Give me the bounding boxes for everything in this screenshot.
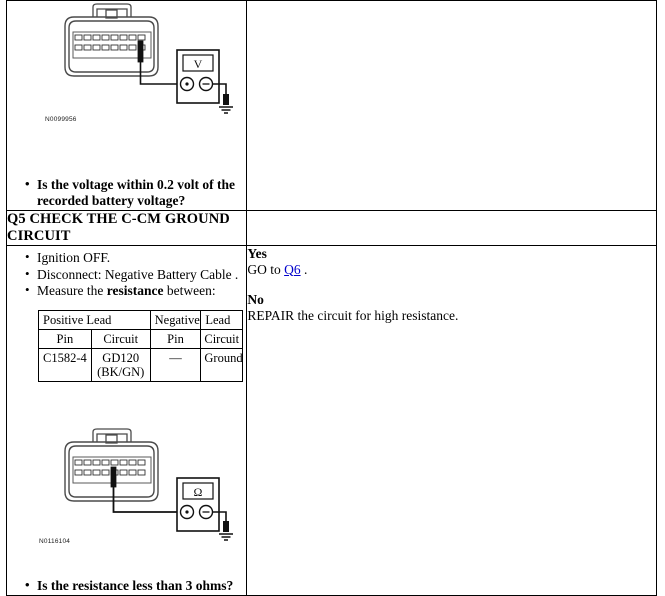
diagnostic-page: V N0099956 • Is the voltage within 0.2 v… [0,0,665,596]
table-row: Q5 CHECK THE C-CM GROUND CIRCUIT [5,210,657,246]
result-no-label: No [247,292,264,307]
figure-id-label: N0099956 [45,116,77,123]
previous-step-result-cell [246,0,657,211]
table-row: Ignition OFF. Disconnect: Negative Batte… [5,245,657,596]
circuit-color: (BK/GN) [97,364,145,379]
cell-positive-pin: C1582-4 [38,347,92,382]
col-header-positive-pin: Pin [38,328,92,349]
cell-positive-circuit: GD120 (BK/GN) [90,347,151,382]
results-spacer [247,277,656,292]
negative-lead-header-a: Negative [149,309,202,330]
ohmmeter-test-figure: Ω N0116104 [7,426,246,576]
step-header-right-cell [246,210,657,246]
result-yes-action: GO to Q6 . [247,262,656,278]
negative-lead-header-b: Lead [200,309,243,330]
diagnostic-procedure-table: V N0099956 • Is the voltage within 0.2 v… [5,0,657,596]
page-title: Q5 CHECK THE C-CM GROUND CIRCUIT [7,211,230,244]
voltmeter-schematic: V [64,3,233,114]
voltmeter-test-figure: V N0099956 [7,1,246,173]
step-header-cell: Q5 CHECK THE C-CM GROUND CIRCUIT [5,210,248,246]
table-row: V N0099956 • Is the voltage within 0.2 v… [5,0,657,211]
col-header-negative-circuit: Circuit [200,328,243,349]
list-item: Is the resistance less than 3 ohms? [25,577,246,594]
circuit-code: GD120 [102,350,140,365]
measurement-table: Positive Lead Negative Lead Pin Circuit … [38,309,243,382]
link-q6[interactable]: Q6 [284,262,301,277]
table-header-row: Pin Circuit Pin Circuit [38,328,243,349]
step-actions-cell: Ignition OFF. Disconnect: Negative Batte… [5,245,248,596]
step-question-list: Is the resistance less than 3 ohms? [7,577,246,594]
list-item: Ignition OFF. [25,249,246,266]
ohmmeter-display-label: Ω [194,485,203,499]
cell-negative-circuit: Ground [200,347,243,382]
list-item: Measure the resistance between: [25,282,246,299]
col-header-positive-circuit: Circuit [90,328,151,349]
step-results-cell: Yes GO to Q6 . No REPAIR the circuit for… [246,245,657,596]
action-list: Ignition OFF. Disconnect: Negative Batte… [7,249,246,299]
goto-text: GO to [247,261,285,277]
list-item: Disconnect: Negative Battery Cable . [25,266,246,283]
voltmeter-display-label: V [194,57,203,71]
emphasis-resistance: resistance [106,283,164,298]
result-no-action: REPAIR the circuit for high resistance. [247,307,459,323]
figure-id-label: N0116104 [39,537,71,545]
ohmmeter-schematic: Ω [64,427,233,541]
previous-step-question-list: Is the voltage within 0.2 volt of the re… [7,176,246,209]
table-header-row: Positive Lead Negative Lead [38,309,243,330]
list-item: Is the voltage within 0.2 volt of the re… [25,176,246,209]
col-header-negative-pin: Pin [149,328,202,349]
positive-lead-header: Positive Lead [38,309,151,330]
previous-step-figure-cell: V N0099956 • Is the voltage within 0.2 v… [5,0,248,211]
table-row: C1582-4 GD120 (BK/GN) — Ground [38,347,243,382]
goto-period: . [300,261,308,277]
result-yes-label: Yes [247,246,267,261]
cell-negative-pin: — [149,347,202,382]
